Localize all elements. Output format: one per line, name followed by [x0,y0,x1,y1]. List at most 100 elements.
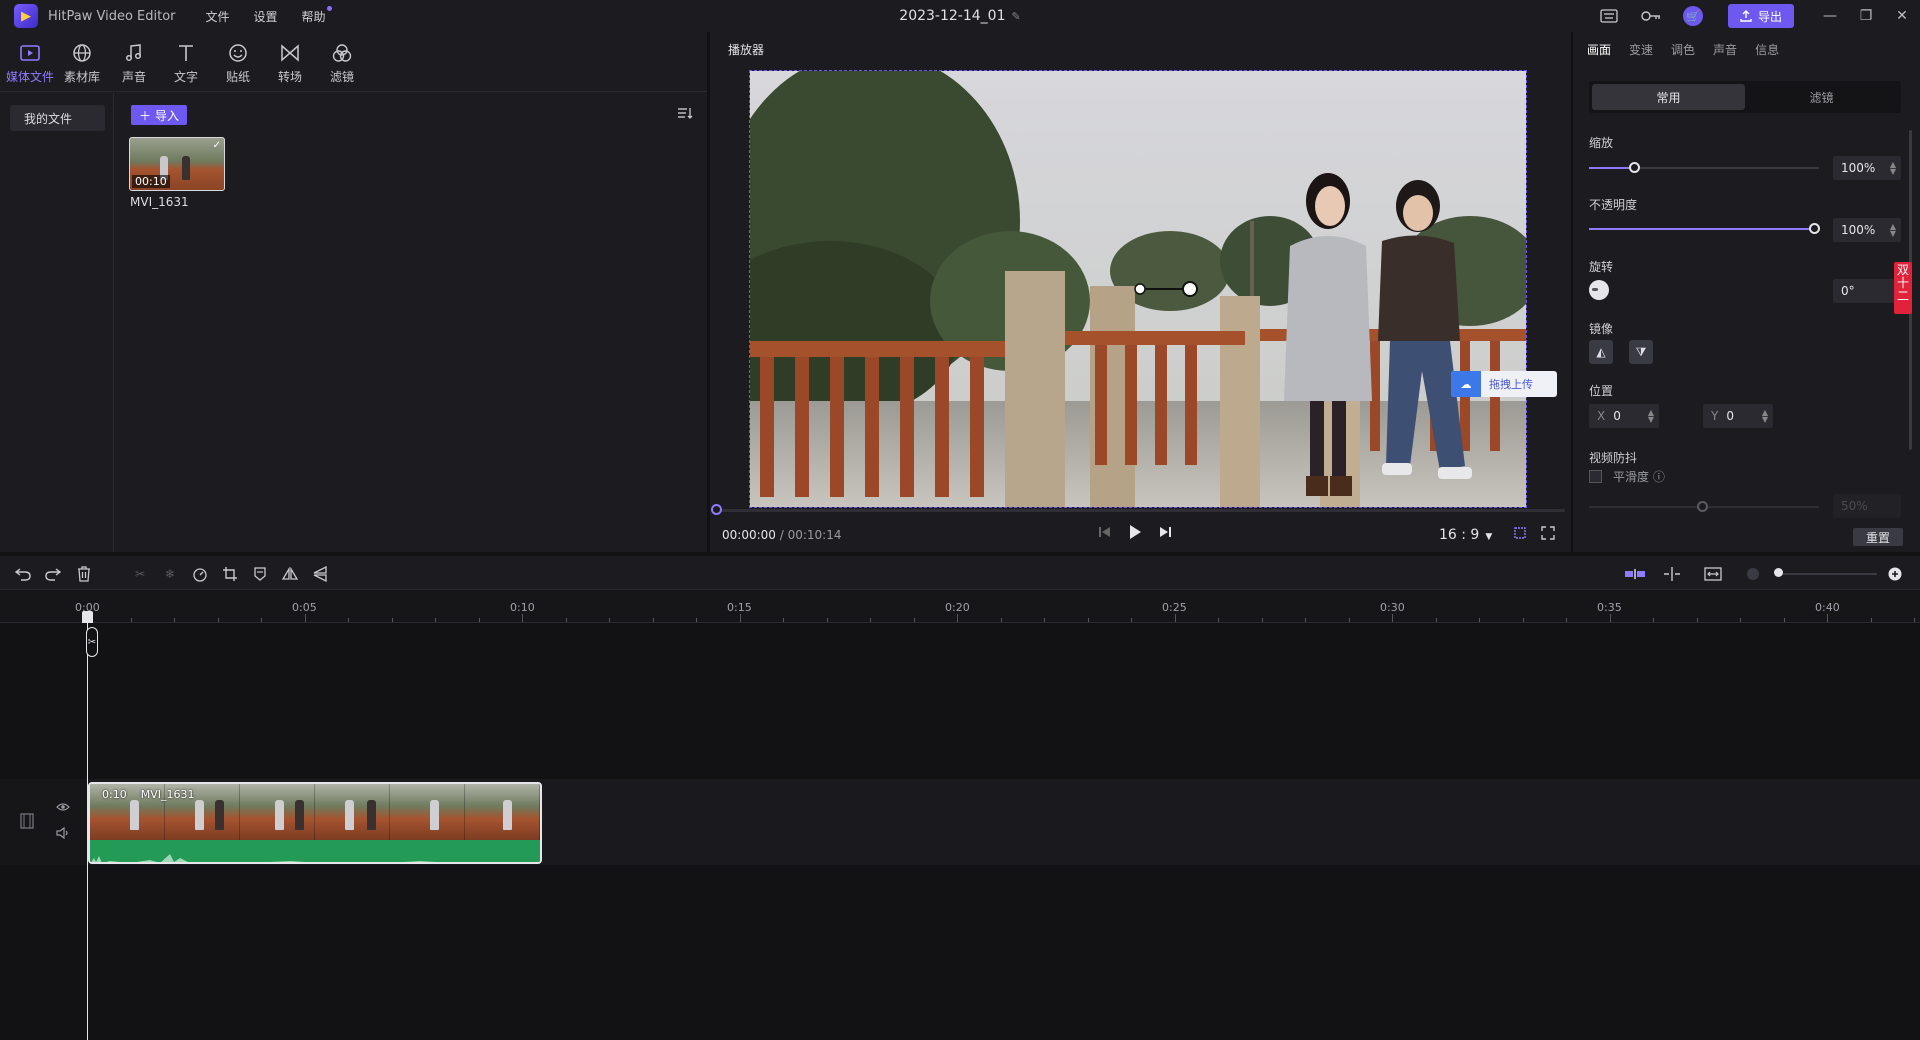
sort-icon[interactable] [677,106,693,123]
tab-speed[interactable]: 变速 [1629,41,1653,58]
flip-icon[interactable] [311,565,329,583]
flip-horizontal-icon[interactable]: ◭ [1589,340,1613,364]
ruler-label: 0:40 [1815,601,1840,614]
smooth-slider-knob[interactable] [1697,501,1708,512]
zoom-in-icon[interactable] [1886,565,1904,583]
speed-icon[interactable] [191,565,209,583]
menu-file[interactable]: 文件 [194,8,242,25]
rotate-label: 旋转 [1589,260,1614,274]
clip-frame [240,784,315,840]
ruler-tick [783,618,784,622]
ruler-tick [1174,614,1176,622]
playhead[interactable] [87,612,88,1040]
media-thumbnail[interactable]: 00:10 ✓ [129,137,225,191]
edit-pencil-icon[interactable]: ✎ [1011,10,1020,23]
folder-my-files[interactable]: 我的文件 [10,105,105,131]
snap-icon[interactable] [1624,565,1646,583]
cart-icon-button[interactable]: 🛒 [1682,5,1704,27]
restore-button[interactable]: ❐ [1848,0,1884,32]
ruler-tick [913,618,915,622]
fullscreen-icon[interactable] [1541,526,1555,543]
timeline-ruler[interactable]: 0:00 0:05 0:10 0:15 0:20 0:25 0:30 0:35 … [0,591,1920,623]
video-clip[interactable]: 0:10 MVI_1631 [88,782,542,864]
tab-color[interactable]: 调色 [1671,41,1695,58]
smooth-input[interactable]: 50% [1833,494,1901,518]
opacity-input[interactable]: 100% ▲ ▼ [1833,218,1901,242]
rotate-input[interactable]: 0° [1833,279,1901,303]
ruler-tick [870,618,871,622]
tab-text-label: 文字 [173,69,198,84]
crop-frame-icon[interactable] [1513,526,1527,543]
tab-text[interactable]: 文字 [160,35,212,91]
tab-sticker[interactable]: 贴纸 [212,35,264,91]
ruler-tick [1827,614,1828,622]
key-icon[interactable] [1640,5,1662,27]
delete-icon[interactable] [75,565,93,583]
empty-track-area[interactable] [0,624,1920,778]
position-y-input[interactable]: Y 0 ▲ ▼ [1703,404,1773,428]
close-button[interactable]: ✕ [1884,0,1920,32]
crop-icon[interactable] [221,565,239,583]
opacity-slider[interactable] [1589,223,1820,234]
upload-chip[interactable]: ☁ 拖拽上传 [1451,371,1557,397]
video-preview[interactable] [749,70,1527,508]
rotation-dial[interactable] [1589,280,1609,300]
split-icon[interactable]: ✂ [131,565,149,583]
aspect-ratio-select[interactable]: 16 : 9 ▼ [1439,527,1492,543]
zoom-slider-knob[interactable] [1774,568,1783,577]
smooth-slider[interactable] [1589,501,1819,512]
audio-waveform [90,840,540,862]
mask-icon[interactable] [251,565,269,583]
tab-audio[interactable]: 声音 [108,35,160,91]
opacity-slider-knob[interactable] [1809,223,1820,234]
playhead-handle[interactable] [82,611,93,623]
scale-slider[interactable] [1589,162,1819,173]
ruler-tick [696,618,697,622]
reset-button[interactable]: 重置 [1853,528,1903,546]
position-x-input[interactable]: X 0 ▲ ▼ [1589,404,1659,428]
step-forward-icon[interactable] [1158,526,1172,541]
keyboard-icon[interactable] [1598,5,1620,27]
empty-track-area-bottom[interactable] [0,866,1920,1040]
progress-knob[interactable] [711,504,722,515]
play-icon[interactable] [1128,524,1142,543]
spinner-icon[interactable]: ▲ ▼ [1890,161,1896,176]
tab-filter[interactable]: 滤镜 [316,35,368,91]
ruler-label: 0:10 [510,601,535,614]
zoom-slider[interactable] [1777,573,1877,575]
minimize-button[interactable]: — [1812,0,1848,32]
flip-vertical-icon[interactable]: ⧩ [1629,340,1653,364]
tab-media[interactable]: 媒体文件 [4,35,56,91]
tab-picture[interactable]: 画面 [1587,41,1611,58]
export-button[interactable]: 导出 [1727,4,1794,28]
import-button[interactable]: ＋导入 [131,105,188,125]
tab-library[interactable]: 素材库 [56,35,108,91]
playback-progress[interactable] [716,509,1565,512]
eye-icon[interactable] [56,801,70,815]
freeze-icon[interactable]: ❄ [161,565,179,583]
promo-badge[interactable]: 双十二 [1894,262,1912,314]
spinner-icon[interactable]: ▲ ▼ [1890,223,1896,238]
menu-help[interactable]: 帮助 [290,5,338,25]
fit-timeline-icon[interactable] [1704,565,1722,583]
redo-icon[interactable] [44,565,62,583]
spinner-icon[interactable]: ▲ ▼ [1762,409,1768,424]
split-view-icon[interactable] [1663,565,1681,583]
scale-slider-knob[interactable] [1629,162,1640,173]
mirror-icon[interactable] [281,565,299,583]
scissors-icon[interactable]: ✂ [86,627,98,657]
scale-input[interactable]: 100% ▲ ▼ [1833,156,1901,180]
step-back-icon[interactable] [1098,526,1112,541]
undo-icon[interactable] [14,565,32,583]
zoom-out-icon[interactable] [1744,565,1762,583]
segment-common[interactable]: 常用 [1592,84,1745,110]
segment-filter[interactable]: 滤镜 [1745,84,1898,110]
tab-info[interactable]: 信息 [1755,41,1779,58]
smooth-checkbox[interactable] [1589,470,1602,483]
tab-transition[interactable]: 转场 [264,35,316,91]
menu-settings[interactable]: 设置 [242,8,290,25]
info-icon[interactable]: ⓘ [1653,470,1665,484]
speaker-icon[interactable] [56,826,70,842]
tab-sound[interactable]: 声音 [1713,41,1737,58]
spinner-icon[interactable]: ▲ ▼ [1648,409,1654,424]
